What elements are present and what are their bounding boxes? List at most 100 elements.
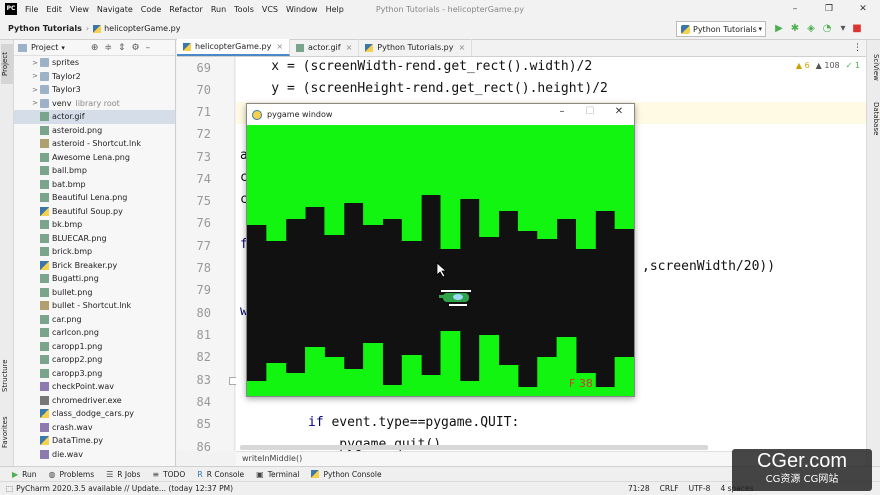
menu-window[interactable]: Window (286, 5, 318, 14)
python-file-icon (40, 260, 49, 270)
caret-position[interactable]: 71:28 (628, 484, 650, 493)
tree-item[interactable]: ball.bmp (14, 164, 175, 178)
tree-item[interactable]: caropp2.png (14, 353, 175, 367)
tree-item[interactable]: crash.wav (14, 421, 175, 435)
locate-icon[interactable]: ⊕ (91, 43, 99, 53)
close-icon[interactable]: ✕ (606, 106, 632, 117)
project-side-tab[interactable]: Project (1, 44, 13, 84)
expand-icon[interactable]: ⇕ (118, 43, 126, 53)
stop-icon[interactable]: ■ (850, 22, 864, 36)
sciview-side-tab[interactable]: SciView (868, 54, 880, 94)
tree-item-label: checkPoint.wav (52, 382, 115, 392)
game-canvas[interactable]: F 38 (247, 125, 634, 396)
tool-terminal[interactable]: ▣ Terminal (256, 470, 299, 479)
tree-item[interactable]: chromedriver.exe (14, 394, 175, 408)
tree-item[interactable]: Awesome Lena.png (14, 151, 175, 165)
close-icon[interactable]: × (276, 42, 283, 51)
tree-item[interactable]: caropp3.png (14, 367, 175, 381)
tree-item[interactable]: brick.bmp (14, 245, 175, 259)
tree-item[interactable]: asteroid - Shortcut.lnk (14, 137, 175, 151)
minimize-icon[interactable]: – (778, 0, 812, 18)
tree-item[interactable]: asteroid.png (14, 124, 175, 138)
restore-icon[interactable]: ❐ (812, 0, 846, 18)
breadcrumb-project[interactable]: Python Tutorials (8, 24, 82, 33)
tree-item[interactable]: > Taylor3 (14, 83, 175, 97)
close-icon[interactable]: × (459, 43, 466, 52)
menu-view[interactable]: View (70, 5, 89, 14)
pygame-window[interactable]: pygame window – ☐ ✕ F 38 (246, 103, 635, 397)
gear-icon[interactable]: ⚙ (132, 43, 140, 53)
tool-r-console[interactable]: RR Console (197, 470, 244, 479)
pygame-titlebar[interactable]: pygame window – ☐ ✕ (247, 104, 634, 125)
tree-item[interactable]: Beautiful Soup.py (14, 205, 175, 219)
tree-item[interactable]: > Taylor2 (14, 70, 175, 84)
menu-code[interactable]: Code (141, 5, 161, 14)
tree-item[interactable]: Beautiful Lena.png (14, 191, 175, 205)
horizontal-scrollbar[interactable] (240, 445, 708, 450)
run-configuration-select[interactable]: Python Tutorials ▾ (676, 21, 766, 37)
chevron-down-icon[interactable]: ▾ (61, 44, 65, 52)
close-icon[interactable]: ✕ (846, 0, 880, 18)
tab-actor-gif[interactable]: actor.gif × (290, 39, 360, 56)
breadcrumb-file[interactable]: helicopterGame.py (104, 24, 180, 33)
tree-item[interactable]: Bugatti.png (14, 272, 175, 286)
menu-vcs[interactable]: VCS (262, 5, 278, 14)
tree-item-label: sprites (52, 58, 79, 68)
database-side-tab[interactable]: Database (868, 102, 880, 142)
chevron-right-icon[interactable]: > (30, 86, 40, 94)
tree-item[interactable]: BLUECAR.png (14, 232, 175, 246)
tree-item[interactable]: bat.bmp (14, 178, 175, 192)
tree-item[interactable]: caropp1.png (14, 340, 175, 354)
chevron-right-icon[interactable]: > (30, 72, 40, 80)
menu-run[interactable]: Run (211, 5, 226, 14)
menu-help[interactable]: Help (326, 5, 344, 14)
tool-r-jobs[interactable]: ☰ R Jobs (106, 470, 140, 479)
menu-edit[interactable]: Edit (46, 5, 62, 14)
tool-run[interactable]: ▶ Run (12, 470, 37, 479)
chevron-right-icon[interactable]: > (30, 99, 40, 107)
close-icon[interactable]: × (346, 43, 353, 52)
chevron-right-icon: › (85, 24, 90, 33)
top-wall-column (575, 125, 596, 249)
tree-item[interactable]: die.wav (14, 448, 175, 462)
collapse-all-icon[interactable]: ≑ (104, 43, 112, 53)
status-message[interactable]: PyCharm 2020.3.5 available // Update... … (16, 484, 233, 493)
menu-tools[interactable]: Tools (234, 5, 254, 14)
project-panel-title[interactable]: Project (31, 43, 58, 52)
tree-item[interactable]: car.png (14, 313, 175, 327)
more-run-icon[interactable]: ▾ (836, 22, 850, 36)
menu-file[interactable]: File (25, 5, 38, 14)
todo-icon: ≡ (152, 469, 160, 479)
tree-item[interactable]: DataTime.py (14, 434, 175, 448)
structure-side-tab[interactable]: Structure (1, 356, 13, 396)
tree-item[interactable]: bullet - Shortcut.lnk (14, 299, 175, 313)
tree-item[interactable]: checkPoint.wav (14, 380, 175, 394)
profile-icon[interactable]: ◔ (820, 22, 834, 36)
tool-todo[interactable]: ≡ TODO (152, 470, 185, 479)
tree-item[interactable]: > sprites (14, 56, 175, 70)
inspection-widget[interactable]: ▲ 6 ▲ 108 ✓ 1 (796, 61, 860, 70)
debug-icon[interactable]: ✱ (788, 22, 802, 36)
tool-python-console[interactable]: Python Console (311, 470, 382, 479)
tab-menu-icon[interactable]: ⋮ (853, 43, 862, 53)
tree-item[interactable]: bullet.png (14, 286, 175, 300)
menu-refactor[interactable]: Refactor (169, 5, 203, 14)
tree-item[interactable]: carlcon.png (14, 326, 175, 340)
coverage-icon[interactable]: ◈ (804, 22, 818, 36)
tree-item[interactable]: class_dodge_cars.py (14, 407, 175, 421)
tab-python-tutorials[interactable]: Python Tutorials.py × (359, 39, 473, 56)
hide-icon[interactable]: – (146, 43, 151, 53)
tree-item[interactable]: bk.bmp (14, 218, 175, 232)
tool-problems[interactable]: ◍ Problems (49, 470, 95, 479)
run-icon[interactable]: ▶ (772, 22, 786, 36)
line-separator[interactable]: CRLF (660, 484, 679, 493)
chevron-right-icon[interactable]: > (30, 59, 40, 67)
file-encoding[interactable]: UTF-8 (689, 484, 711, 493)
menu-navigate[interactable]: Navigate (97, 5, 133, 14)
tab-helicopter-game[interactable]: helicopterGame.py × (177, 39, 291, 56)
tree-item[interactable]: > venv library root (14, 97, 175, 111)
tree-item[interactable]: Brick Breaker.py (14, 259, 175, 273)
favorites-side-tab[interactable]: Favorites (1, 412, 13, 452)
minimize-icon[interactable]: – (549, 106, 575, 117)
tree-item[interactable]: actor.gif (14, 110, 175, 124)
